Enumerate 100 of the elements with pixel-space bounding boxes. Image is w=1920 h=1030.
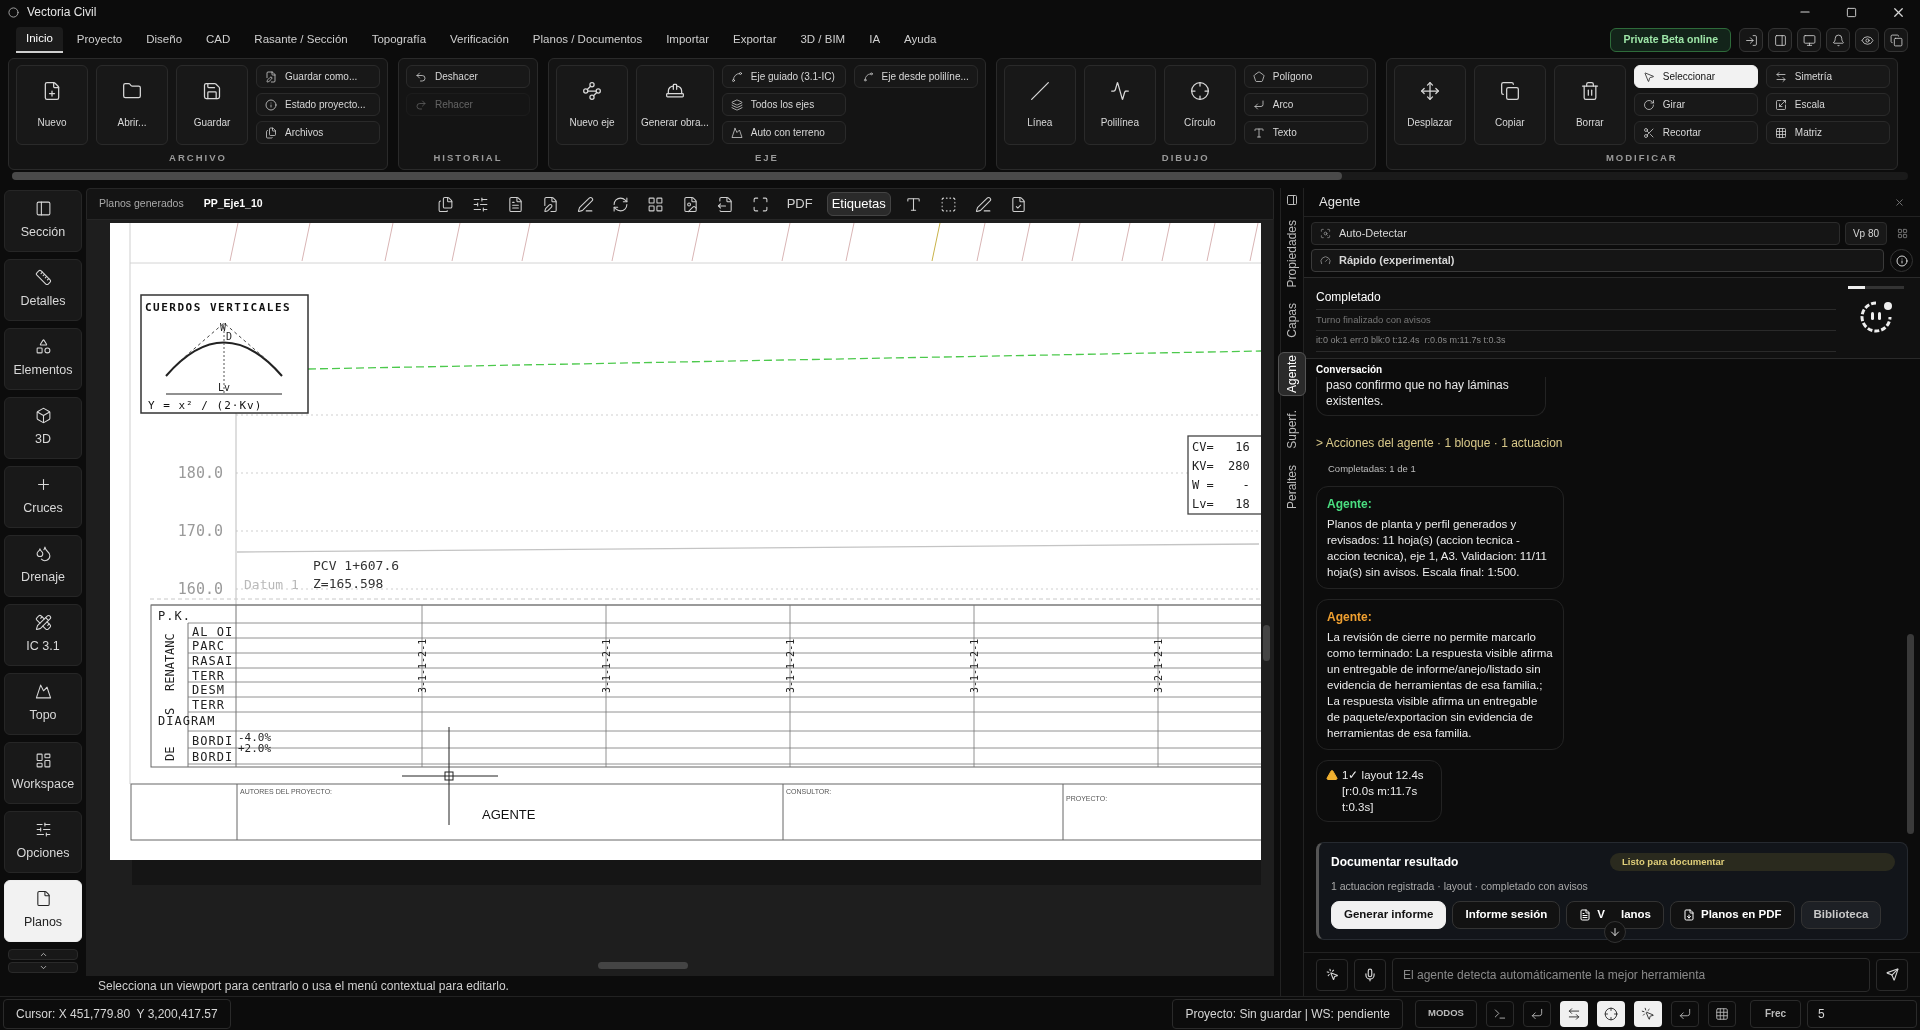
menu-tab[interactable]: Topografía [361,27,437,53]
ribbon-small-button[interactable]: Deshacer [406,65,530,88]
menu-tab[interactable]: IA [859,27,891,53]
sidebar-item[interactable]: Opciones [4,811,82,873]
sidebar-item[interactable]: Sección [4,190,82,252]
header-icon-button[interactable] [1768,28,1792,52]
ribbon-large-button[interactable]: Guardar [176,65,248,145]
microphone-button[interactable] [1354,958,1386,991]
horizontal-scrollbar-thumb[interactable] [598,962,688,969]
grid-icon[interactable] [1897,228,1908,239]
ribbon-large-button[interactable]: Borrar [1553,65,1626,145]
detector-select[interactable]: Auto-Detectar [1311,222,1840,245]
header-icon-button[interactable] [1739,28,1763,52]
ribbon-small-button[interactable]: Matriz [1765,121,1890,144]
menu-tab[interactable]: Verificación [440,27,519,53]
header-icon-button[interactable] [1855,28,1879,52]
modes-button[interactable]: MODOS [1415,999,1477,1028]
sidebar-item[interactable]: Cruces [4,466,82,528]
menu-tab[interactable]: Importar [656,27,719,53]
ribbon-small-button[interactable]: Auto con terreno [721,121,846,144]
ribbon-large-button[interactable]: Generar obra... [636,65,714,145]
ribbon-small-button[interactable]: Simetría [1765,65,1890,88]
sidebar-item[interactable]: 3D [4,397,82,459]
scrollbar-thumb[interactable] [12,172,1342,180]
mode-select[interactable]: Rápido (experimental) [1311,249,1884,272]
ribbon-large-button[interactable]: Nuevo eje [556,65,628,145]
header-icon-button[interactable] [1884,28,1908,52]
snap-toggle[interactable] [1596,1000,1625,1027]
ribbon-large-button[interactable]: Línea [1003,65,1076,145]
ribbon-large-button[interactable]: Desplazar [1393,65,1466,145]
side-tab[interactable]: Propiedades [1279,218,1305,290]
ribbon-small-button[interactable]: Polígono [1243,65,1368,88]
ribbon-small-button[interactable]: Girar [1633,93,1758,116]
sidebar-item[interactable]: Workspace [4,742,82,804]
menu-tab[interactable]: CAD [196,27,241,53]
side-tab[interactable]: Capas [1279,301,1305,341]
menu-tab[interactable]: Planos / Documentos [522,27,653,53]
header-icon-button[interactable] [1826,28,1850,52]
ribbon-small-button[interactable]: Estado proyecto... [256,93,380,116]
drawing-canvas[interactable] [86,220,1274,976]
sidebar-item[interactable]: Planos [4,880,82,942]
file-icon [506,195,524,213]
side-tab[interactable]: Agente [1278,352,1306,397]
sidebar-item[interactable]: Topo [4,673,82,735]
card-button[interactable]: Informe sesión [1452,901,1561,929]
toolbar-text-button[interactable]: Etiquetas [826,192,891,216]
status-badge[interactable]: Private Beta online [1610,28,1731,52]
menu-tab[interactable]: Ayuda [894,27,947,53]
detail-title: CUERDOS VERTICALES [145,301,292,314]
agent-actions-toggle[interactable]: > Acciones del agente · 1 bloque · 1 actuacion [1316,433,1563,452]
viewport-button[interactable]: Vp 80 [1845,222,1887,245]
ribbon-small-button[interactable]: Escala [1765,93,1890,116]
frequency-field[interactable]: 5 [1807,999,1917,1028]
header-icon-button[interactable] [1797,28,1821,52]
ribbon-small-button[interactable]: Recortar [1633,121,1758,144]
vertical-scrollbar-thumb[interactable] [1263,625,1270,661]
sidebar-item[interactable]: IC 3.1 [4,604,82,666]
message-input[interactable]: El agente detecta automáticamente la mejor herramienta [1392,957,1870,992]
sidebar-item[interactable]: Detalles [4,259,82,321]
ribbon-small-button[interactable]: Archivos [256,121,380,144]
snap-toggle[interactable] [1522,1000,1551,1027]
menu-tab[interactable]: Diseño [136,27,193,53]
scroll-down-button[interactable] [1604,921,1626,943]
card-button[interactable]: Biblioteca [1800,901,1882,929]
restore-icon[interactable] [1846,6,1857,18]
ribbon-large-button[interactable]: Círculo [1163,65,1236,145]
sidebar-item[interactable]: Elementos [4,328,82,390]
side-tab[interactable]: Superf. [1279,408,1305,451]
menu-tab[interactable]: 3D / BIM [790,27,856,53]
collapse-icon[interactable] [1286,194,1298,206]
menu-tab[interactable]: Proyecto [66,27,133,53]
ribbon-small-button[interactable]: Seleccionar [1633,65,1758,88]
ribbon-small-button[interactable]: Arco [1243,93,1368,116]
attach-button[interactable] [1316,958,1348,991]
menu-tab[interactable]: Rasante / Sección [244,27,358,53]
ribbon-large-button[interactable]: Abrir... [96,65,168,145]
snap-toggle[interactable] [1670,1000,1699,1027]
snap-toggle[interactable] [1485,1000,1514,1027]
snap-toggle[interactable] [1707,1000,1736,1027]
snap-toggle[interactable] [1559,1000,1588,1027]
generate-report-button[interactable]: Generar informe [1331,901,1447,929]
ribbon-small-button[interactable]: Texto [1243,121,1368,144]
send-button[interactable] [1876,958,1908,991]
ribbon-small-button[interactable]: Eje guiado (3.1-IC) [721,65,846,88]
ribbon-small-button[interactable]: Eje desde polilíne... [853,65,978,88]
side-tab[interactable]: Peraltes [1279,462,1305,511]
ribbon-large-button[interactable]: Nuevo [16,65,88,145]
toolbar-text-button[interactable]: PDF [782,192,817,216]
snap-toggle[interactable] [1633,1000,1662,1027]
ribbon-small-button[interactable]: Todos los ejes [721,93,846,116]
chat-scrollbar-thumb[interactable] [1907,633,1914,834]
ribbon-large-button[interactable]: Copiar [1473,65,1546,145]
menu-tab[interactable]: Inicio [16,27,63,53]
card-button[interactable]: Planos en PDF [1670,901,1795,929]
ribbon-small-button[interactable]: Guardar como... [256,65,380,88]
sidebar-item[interactable]: Drenaje [4,535,82,597]
menu-tab[interactable]: Exportar [723,27,787,53]
card-button[interactable]: V lanos [1566,901,1664,929]
frequency-button[interactable]: Frec [1749,999,1801,1028]
ribbon-large-button[interactable]: Polilínea [1083,65,1156,145]
